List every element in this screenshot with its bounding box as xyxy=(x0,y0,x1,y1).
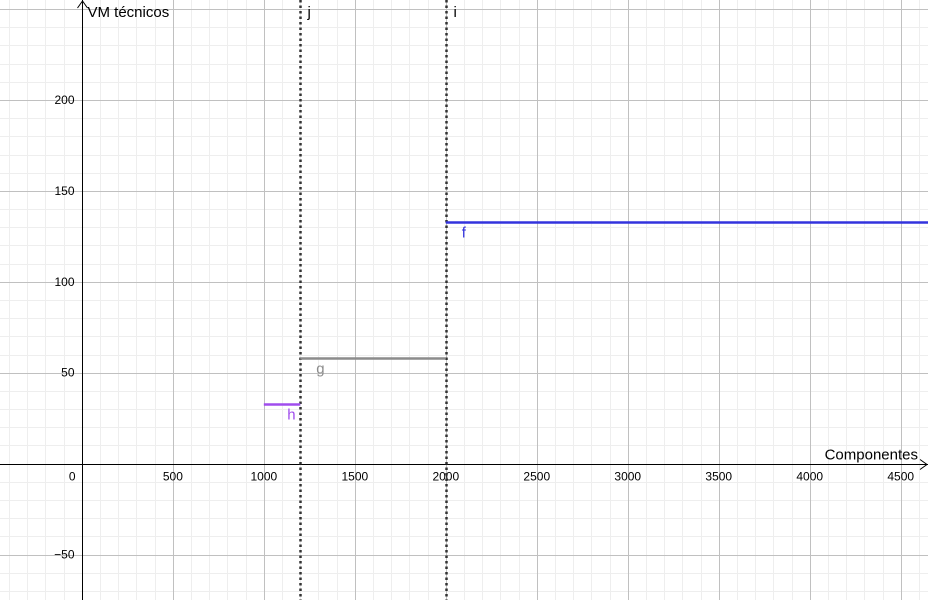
x-tick-label: 500 xyxy=(163,470,183,484)
segment-label-h: h xyxy=(287,407,295,424)
x-tick-labels: 0 500 1000 1500 2000 2500 3000 3500 4000 4500 xyxy=(69,470,915,484)
vertical-line-label-i: i xyxy=(454,4,457,21)
x-tick-label: 2500 xyxy=(523,470,550,484)
x-tick-label: 4000 xyxy=(796,470,823,484)
graph-canvas[interactable]: 0 500 1000 1500 2000 2500 3000 3500 4000 4500 −50… xyxy=(0,0,928,600)
segment-label-g: g xyxy=(316,361,324,378)
x-axis-title: Componentes xyxy=(825,447,918,464)
x-tick-label: 2000 xyxy=(432,470,459,484)
minor-grid xyxy=(0,0,928,600)
x-tick-label: 0 xyxy=(69,470,76,484)
x-tick-label: 1000 xyxy=(250,470,277,484)
y-tick-label: −50 xyxy=(54,548,75,562)
y-tick-label: 100 xyxy=(54,275,74,289)
y-tick-label: 200 xyxy=(54,93,74,107)
y-tick-label: 150 xyxy=(54,184,74,198)
x-tick-label: 3000 xyxy=(614,470,641,484)
y-axis-title: VM técnicos xyxy=(88,4,170,21)
x-tick-label: 3500 xyxy=(705,470,732,484)
x-tick-label: 4500 xyxy=(887,470,914,484)
x-tick-label: 1500 xyxy=(341,470,368,484)
vertical-line-label-j: j xyxy=(307,4,311,21)
y-tick-label: 50 xyxy=(61,366,75,380)
